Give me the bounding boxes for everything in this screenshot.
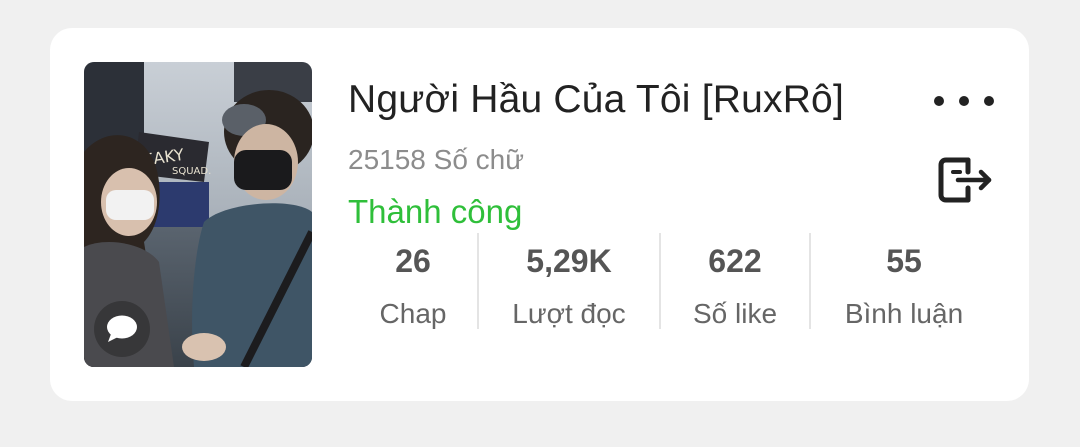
stat-value: 26 xyxy=(395,243,431,279)
svg-text:SQUAD.: SQUAD. xyxy=(172,166,211,177)
stat-views: 5,29K Lượt đọc xyxy=(479,233,659,329)
story-title[interactable]: Người Hầu Của Tôi [RuxRô] xyxy=(348,78,844,122)
story-cover-image[interactable]: EAKY SQUAD. xyxy=(84,62,312,367)
stat-comments: 55 Bình luận xyxy=(811,233,997,329)
exit-icon xyxy=(938,157,992,203)
story-card[interactable]: EAKY SQUAD. Người Hầu Của Tôi [RuxRô] 25… xyxy=(50,28,1029,401)
stat-label: Lượt đọc xyxy=(512,298,626,329)
stat-likes: 622 Số like xyxy=(661,233,809,329)
stat-chap: 26 Chap xyxy=(348,233,478,329)
stat-label: Bình luận xyxy=(844,298,964,329)
comment-badge[interactable] xyxy=(94,301,150,357)
stat-label: Số like xyxy=(692,298,778,329)
more-dot xyxy=(959,96,969,106)
exit-button[interactable] xyxy=(936,150,996,210)
more-horizontal-icon xyxy=(934,96,944,106)
stat-label: Chap xyxy=(379,298,447,329)
more-dot xyxy=(984,96,994,106)
stat-value: 622 xyxy=(708,243,762,279)
status-text: Thành công xyxy=(348,193,523,230)
comment-bubble-icon xyxy=(107,315,137,342)
stats-row: 26 Chap 5,29K Lượt đọc 622 Số like 55 Bì… xyxy=(348,233,988,329)
word-count: 25158 Số chữ xyxy=(348,144,524,175)
more-options-button[interactable] xyxy=(934,86,994,116)
stat-value: 5,29K xyxy=(526,243,612,279)
stat-value: 55 xyxy=(886,243,922,279)
